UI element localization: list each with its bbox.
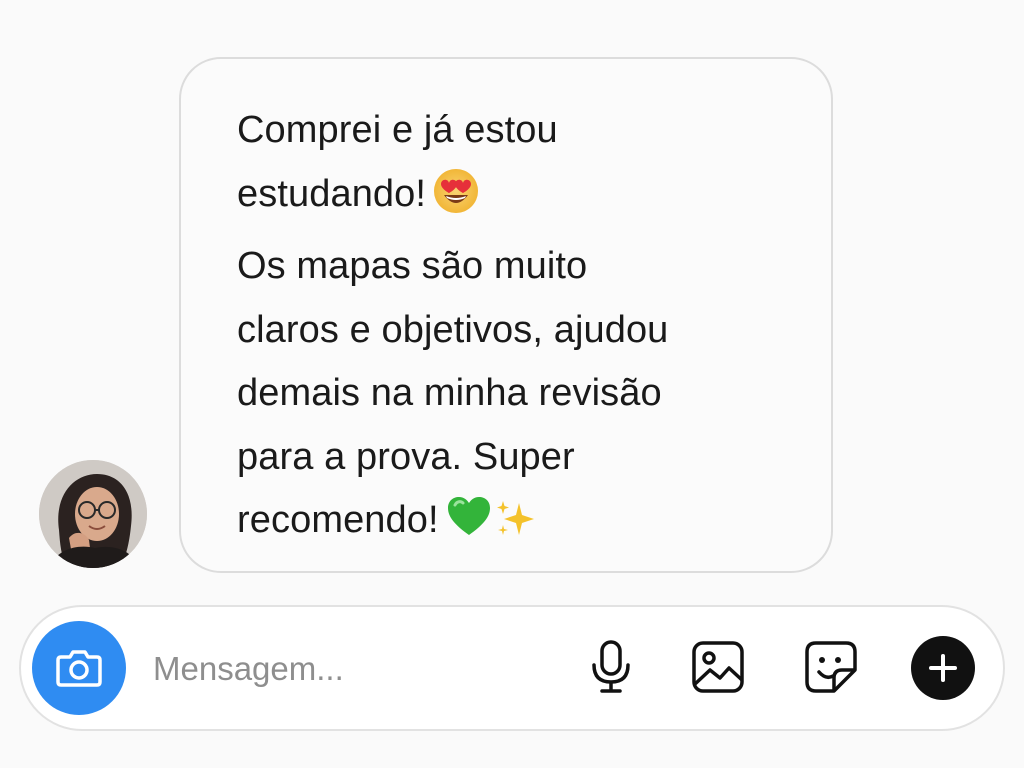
- gallery-icon: [692, 641, 744, 693]
- message-line: demais na minha revisão: [237, 372, 662, 414]
- message-bubble[interactable]: Comprei e já estou estudando! Os mapas s…: [179, 57, 833, 573]
- message-line-with-emoji: recomendo!: [237, 489, 791, 562]
- heart-eyes-emoji-icon: [432, 167, 480, 236]
- plus-icon: [929, 654, 957, 682]
- message-text: Comprei e já estou estudando! Os mapas s…: [237, 99, 791, 562]
- message-line: Comprei e já estou: [237, 109, 558, 151]
- chat-screen: Comprei e já estou estudando! Os mapas s…: [0, 0, 1024, 768]
- camera-icon: [56, 650, 102, 687]
- message-line: para a prova. Super: [237, 435, 575, 478]
- camera-button[interactable]: [32, 621, 126, 715]
- message-line: estudando!: [237, 172, 427, 215]
- gallery-button[interactable]: [688, 637, 748, 697]
- sticker-button[interactable]: [801, 637, 861, 697]
- avatar[interactable]: [39, 460, 147, 568]
- message-line: recomendo!: [237, 499, 439, 541]
- message-line-with-emoji: estudando!: [237, 163, 791, 236]
- sparkles-emoji-icon: [493, 497, 537, 562]
- sticker-icon: [805, 641, 857, 693]
- message-line: claros e objetivos, ajudou: [237, 308, 669, 351]
- add-button[interactable]: [911, 636, 975, 700]
- avatar-photo: [39, 460, 147, 568]
- message-line: Os mapas são muito: [237, 245, 588, 287]
- message-input[interactable]: [151, 637, 555, 701]
- microphone-button[interactable]: [581, 637, 641, 697]
- microphone-icon: [592, 640, 630, 693]
- green-heart-emoji-icon: [445, 493, 493, 562]
- message-composer: [19, 605, 1005, 731]
